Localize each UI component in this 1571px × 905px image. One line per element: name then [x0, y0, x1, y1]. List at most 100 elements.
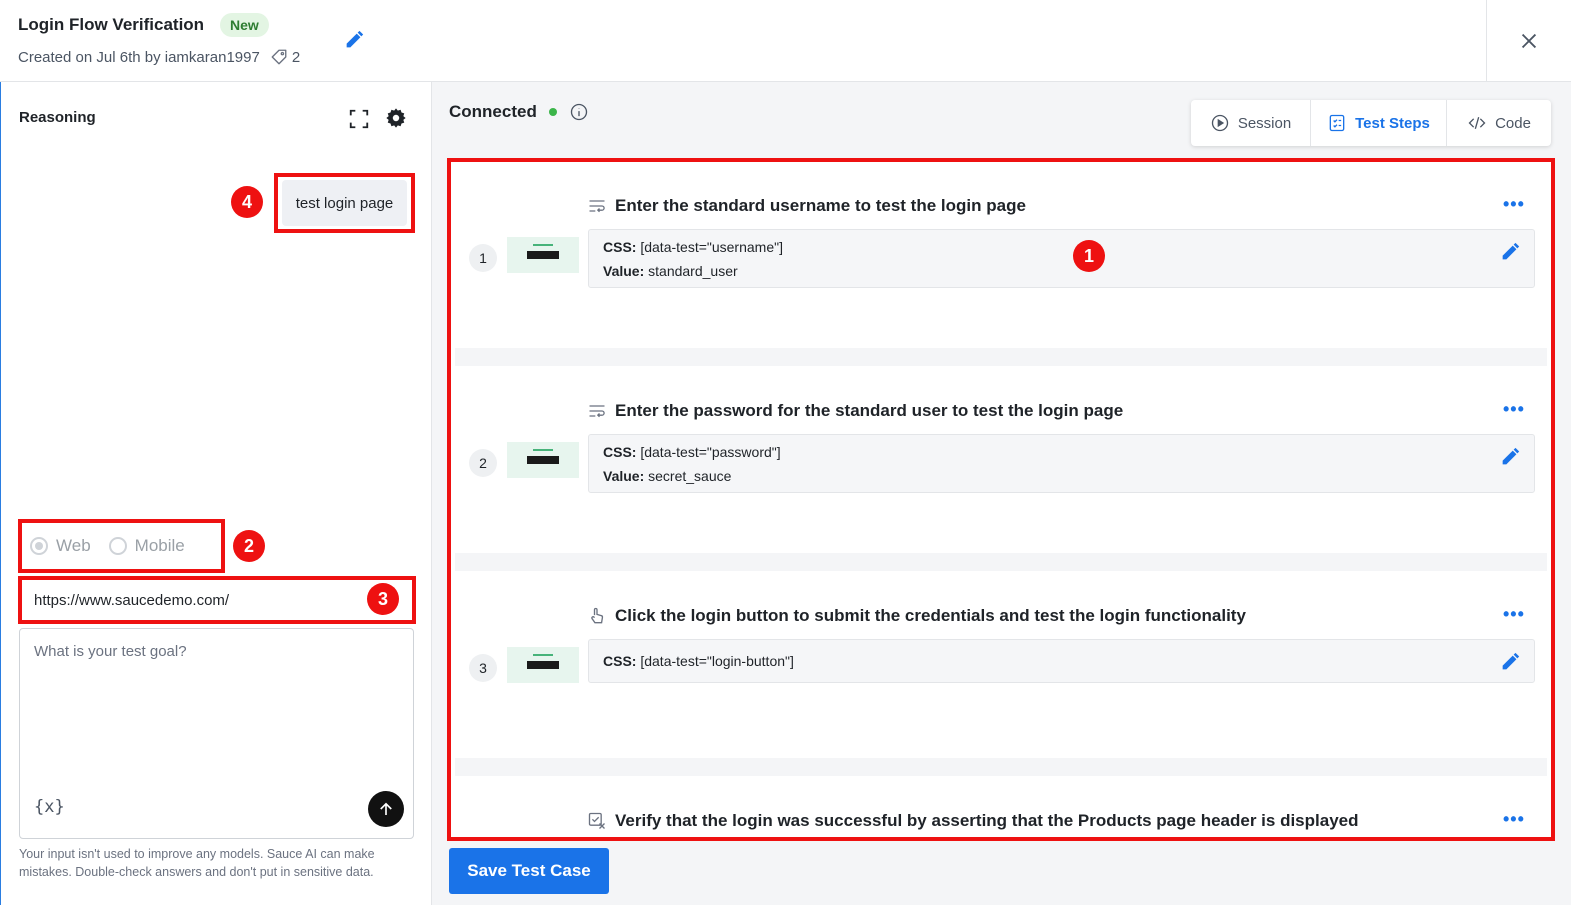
step-thumbnail[interactable]	[507, 442, 579, 478]
more-menu-icon[interactable]: •••	[1503, 809, 1525, 830]
tab-test-steps[interactable]: Test Steps	[1311, 100, 1447, 146]
css-value: [data-test="username"]	[640, 239, 783, 255]
step-number: 1	[469, 244, 497, 272]
value-line: Value: secret_sauce	[603, 468, 731, 484]
goal-textarea[interactable]: What is your test goal? {x}	[19, 628, 414, 839]
radio-web-label: Web	[56, 536, 91, 555]
css-value: [data-test="login-button"]	[640, 653, 794, 669]
chat-message-highlight: test login page	[274, 173, 415, 233]
tab-code[interactable]: Code	[1447, 100, 1551, 146]
value-label: Value:	[603, 468, 645, 484]
step-title: Click the login button to submit the cre…	[587, 606, 1246, 626]
created-text: Created on Jul 6th by iamkaran1997	[18, 48, 260, 66]
more-menu-icon[interactable]: •••	[1503, 399, 1525, 420]
test-step-4: Verify that the login was successful by …	[455, 776, 1547, 837]
step-title-text: Click the login button to submit the cre…	[615, 606, 1246, 625]
tab-session[interactable]: Session	[1191, 100, 1311, 146]
css-value: [data-test="password"]	[640, 444, 781, 460]
value-text: secret_sauce	[648, 468, 732, 484]
annotation-marker-4: 4	[231, 186, 263, 218]
tab-test-steps-label: Test Steps	[1355, 114, 1430, 132]
step-detail: CSS: [data-test="username"] Value: stand…	[588, 229, 1535, 288]
save-test-case-button[interactable]: Save Test Case	[449, 848, 609, 894]
step-title: Enter the standard username to test the …	[587, 196, 1026, 216]
url-value: https://www.saucedemo.com/	[34, 591, 230, 609]
test-step-3: Click the login button to submit the cre…	[455, 571, 1547, 758]
assert-check-icon	[588, 812, 605, 829]
value-text: standard_user	[648, 263, 738, 279]
url-input[interactable]: https://www.saucedemo.com/	[18, 576, 416, 624]
click-hand-icon	[591, 607, 604, 624]
annotation-marker-2: 2	[233, 530, 265, 562]
status-label: Connected	[449, 102, 537, 121]
css-line: CSS: [data-test="login-button"]	[603, 653, 794, 669]
created-info: Created on Jul 6th by iamkaran1997 2	[18, 48, 300, 66]
css-label: CSS:	[603, 239, 637, 255]
connection-status: Connected	[449, 102, 589, 122]
more-menu-icon[interactable]: •••	[1503, 194, 1525, 215]
info-icon[interactable]	[569, 102, 589, 122]
tag-icon	[271, 49, 287, 65]
step-thumbnail[interactable]	[507, 237, 579, 273]
status-badge: New	[220, 13, 269, 37]
steps-icon	[1329, 114, 1345, 132]
step-title-text: Enter the password for the standard user…	[615, 401, 1124, 420]
css-line: CSS: [data-test="username"]	[603, 239, 783, 255]
disclaimer: Your input isn't used to improve any mod…	[19, 847, 375, 879]
platform-selector: Web Mobile	[18, 519, 225, 573]
header: Login Flow Verification New Created on J…	[0, 0, 1571, 82]
test-steps-list: Enter the standard username to test the …	[447, 158, 1555, 841]
close-area	[1486, 0, 1571, 82]
edit-pencil-icon[interactable]	[1499, 446, 1521, 468]
tab-code-label: Code	[1495, 114, 1531, 132]
value-label: Value:	[603, 263, 645, 279]
annotation-marker-3: 3	[367, 583, 399, 615]
test-step-2: Enter the password for the standard user…	[455, 366, 1547, 553]
css-label: CSS:	[603, 444, 637, 460]
css-label: CSS:	[603, 653, 637, 669]
gear-icon[interactable]	[385, 107, 407, 129]
goal-placeholder: What is your test goal?	[34, 643, 187, 660]
step-title: Verify that the login was successful by …	[587, 811, 1359, 831]
step-detail: CSS: [data-test="login-button"]	[588, 639, 1535, 683]
type-text-icon	[589, 200, 605, 213]
step-thumbnail[interactable]	[507, 647, 579, 683]
step-number: 2	[469, 449, 497, 477]
step-title-text: Verify that the login was successful by …	[615, 811, 1359, 830]
tags[interactable]: 2	[270, 48, 300, 66]
status-dot	[548, 108, 557, 116]
radio-web-dot	[30, 537, 48, 555]
step-number: 3	[469, 654, 497, 682]
tab-session-label: Session	[1237, 114, 1292, 132]
view-tabs: Session Test Steps Code	[1191, 100, 1551, 146]
step-detail: CSS: [data-test="password"] Value: secre…	[588, 434, 1535, 493]
step-title: Enter the password for the standard user…	[587, 401, 1123, 421]
step-separator	[455, 348, 1547, 366]
tag-count: 2	[291, 48, 301, 66]
variable-icon[interactable]: {x}	[34, 797, 65, 817]
chat-message: test login page	[282, 180, 407, 226]
more-menu-icon[interactable]: •••	[1503, 604, 1525, 625]
radio-mobile-label: Mobile	[134, 536, 185, 555]
page-title: Login Flow Verification	[18, 15, 205, 34]
edit-pencil-icon[interactable]	[1499, 241, 1521, 263]
code-icon	[1468, 116, 1486, 130]
radio-mobile-dot	[108, 537, 127, 555]
test-step-1: Enter the standard username to test the …	[455, 166, 1547, 348]
arrow-up-icon	[380, 802, 392, 815]
right-panel: Connected Session Test Steps Code Enter …	[432, 82, 1571, 905]
value-line: Value: standard_user	[603, 263, 738, 279]
annotation-marker-1: 1	[1073, 240, 1105, 272]
css-line: CSS: [data-test="password"]	[603, 444, 781, 460]
radio-web[interactable]: Web	[30, 536, 91, 556]
send-button[interactable]	[368, 791, 404, 827]
type-text-icon	[589, 405, 605, 418]
expand-icon[interactable]	[348, 108, 370, 130]
edit-pencil-icon[interactable]	[343, 29, 365, 51]
left-panel: Reasoning 4 test login page Web Mobile 2…	[0, 82, 432, 905]
play-circle-icon	[1211, 114, 1228, 132]
step-title-text: Enter the standard username to test the …	[615, 196, 1026, 215]
close-icon[interactable]	[1518, 30, 1540, 52]
edit-pencil-icon[interactable]	[1499, 651, 1521, 673]
radio-mobile[interactable]: Mobile	[108, 536, 185, 556]
